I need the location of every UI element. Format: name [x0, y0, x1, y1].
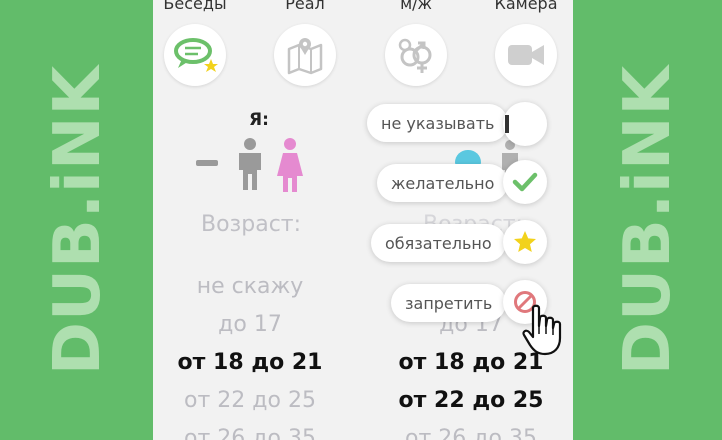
menu-button-preferred[interactable]	[503, 160, 547, 204]
tab-gender-label: м/ж	[400, 0, 432, 13]
male-icon	[239, 138, 261, 190]
age-option[interactable]: от 22 до 25	[160, 388, 340, 413]
tab-camera[interactable]	[495, 24, 557, 86]
female-option[interactable]	[275, 138, 305, 196]
tab-gender[interactable]	[385, 24, 447, 86]
gender-symbols-icon	[398, 38, 432, 73]
watermark-left: DUB.iNK	[41, 64, 115, 376]
age-option[interactable]: не скажу	[160, 274, 340, 299]
map-pin-icon	[287, 38, 323, 75]
age-option-selected[interactable]: от 18 до 21	[160, 350, 340, 375]
partner-age-option[interactable]: от 26 до 35	[381, 426, 561, 440]
search-settings-panel: Беседы Реал м/ж Камера Я: Возраст: не ск…	[153, 0, 573, 440]
tab-conversations[interactable]	[164, 24, 226, 86]
chat-bubbles-star-icon	[174, 38, 218, 72]
age-option[interactable]: от 26 до 35	[160, 426, 340, 440]
no-gender-option[interactable]	[196, 160, 218, 170]
male-option[interactable]	[233, 138, 267, 194]
hand-cursor-icon	[522, 304, 562, 356]
menu-item-preferred[interactable]: желательно	[377, 164, 509, 202]
female-icon	[277, 138, 303, 192]
partner-age-option-selected[interactable]: от 22 до 25	[381, 388, 561, 413]
watermark-right: DUB.iNK	[611, 64, 685, 376]
empty-circle-icon	[505, 115, 509, 133]
check-icon	[512, 172, 538, 192]
dash-icon	[196, 160, 218, 166]
menu-item-unspecified[interactable]: не указывать	[367, 104, 509, 142]
tab-real[interactable]	[274, 24, 336, 86]
me-label: Я:	[249, 110, 269, 130]
tab-conversations-label: Беседы	[163, 0, 227, 13]
age-label: Возраст:	[201, 212, 302, 237]
menu-item-required[interactable]: обязательно	[371, 224, 506, 262]
tab-real-label: Реал	[285, 0, 325, 13]
menu-button-required[interactable]	[503, 220, 547, 264]
menu-button-unspecified[interactable]	[503, 102, 547, 146]
age-option[interactable]: до 17	[160, 312, 340, 337]
menu-item-forbid[interactable]: запретить	[391, 284, 507, 322]
video-camera-icon	[508, 45, 544, 65]
tab-camera-label: Камера	[494, 0, 558, 13]
star-icon	[514, 231, 536, 252]
